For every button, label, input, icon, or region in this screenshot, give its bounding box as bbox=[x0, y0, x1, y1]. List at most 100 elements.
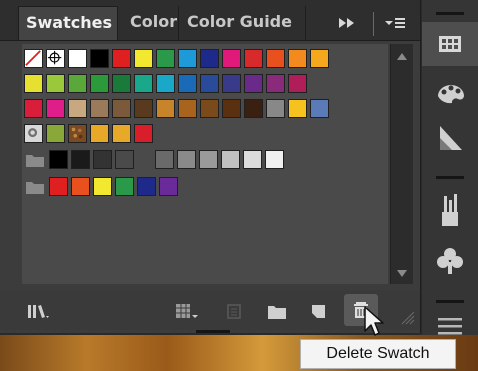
color-swatch[interactable] bbox=[199, 150, 218, 169]
color-swatch[interactable] bbox=[137, 177, 156, 196]
color-swatch[interactable] bbox=[46, 99, 65, 118]
color-swatch[interactable] bbox=[134, 49, 153, 68]
swatch-none[interactable] bbox=[24, 49, 43, 68]
color-swatch[interactable] bbox=[24, 74, 43, 93]
swatch-row bbox=[24, 49, 332, 71]
dock-grip[interactable] bbox=[436, 176, 464, 179]
resize-corner-icon[interactable] bbox=[398, 308, 416, 326]
swatch-pattern-dots[interactable] bbox=[24, 124, 43, 143]
color-swatch[interactable] bbox=[90, 49, 109, 68]
color-swatch[interactable] bbox=[24, 99, 43, 118]
color-swatch[interactable] bbox=[178, 49, 197, 68]
color-swatch[interactable] bbox=[310, 99, 329, 118]
color-swatch[interactable] bbox=[90, 99, 109, 118]
color-swatch[interactable] bbox=[244, 74, 263, 93]
color-swatch[interactable] bbox=[134, 74, 153, 93]
swatch-pattern-leaves[interactable] bbox=[68, 124, 87, 143]
tab-color-guide[interactable]: Color Guide bbox=[178, 6, 306, 40]
tab-separator bbox=[373, 12, 374, 36]
swatches-panel-button[interactable] bbox=[422, 22, 478, 66]
color-swatch[interactable] bbox=[93, 177, 112, 196]
library-icon[interactable] bbox=[26, 300, 52, 322]
color-swatch[interactable] bbox=[68, 49, 87, 68]
color-swatch[interactable] bbox=[156, 49, 175, 68]
color-swatch[interactable] bbox=[134, 124, 153, 143]
color-swatch[interactable] bbox=[310, 49, 329, 68]
color-swatch[interactable] bbox=[115, 177, 134, 196]
panel-tab-bar: Swatches Color Color Guide bbox=[0, 0, 420, 41]
brushes-panel-icon[interactable] bbox=[422, 188, 478, 232]
color-swatch[interactable] bbox=[112, 124, 131, 143]
scroll-up-arrow-icon[interactable] bbox=[397, 52, 407, 60]
swatch-grid bbox=[22, 44, 388, 284]
symbols-panel-icon[interactable] bbox=[422, 240, 478, 284]
color-swatch[interactable] bbox=[266, 99, 285, 118]
color-swatch[interactable] bbox=[200, 99, 219, 118]
delete-swatch-tooltip: Delete Swatch bbox=[300, 339, 456, 369]
color-swatch[interactable] bbox=[49, 177, 68, 196]
color-swatch[interactable] bbox=[90, 74, 109, 93]
color-swatch[interactable] bbox=[46, 74, 65, 93]
color-swatch[interactable] bbox=[288, 74, 307, 93]
panel-menu-area bbox=[335, 12, 420, 36]
swatch-row bbox=[24, 99, 332, 121]
panel-menu-icon[interactable] bbox=[383, 14, 407, 32]
color-swatch[interactable] bbox=[177, 150, 196, 169]
swatches-panel: Swatches Color Color Guide bbox=[0, 0, 421, 333]
color-swatch[interactable] bbox=[68, 99, 87, 118]
tab-swatches[interactable]: Swatches bbox=[18, 6, 118, 40]
tab-color[interactable]: Color bbox=[122, 6, 177, 40]
color-swatch[interactable] bbox=[221, 150, 240, 169]
scroll-down-arrow-icon[interactable] bbox=[397, 270, 407, 278]
swatch-row bbox=[24, 177, 181, 199]
color-swatch[interactable] bbox=[156, 99, 175, 118]
color-swatch[interactable] bbox=[112, 99, 131, 118]
color-swatch[interactable] bbox=[159, 177, 178, 196]
dock-grip[interactable] bbox=[436, 300, 464, 303]
swatches-panel-icon bbox=[439, 36, 461, 52]
swatch-row bbox=[24, 74, 310, 96]
color-group-folder-icon[interactable] bbox=[24, 177, 46, 196]
color-swatch[interactable] bbox=[93, 150, 112, 169]
panel-bottom-bar bbox=[0, 290, 420, 330]
color-swatch[interactable] bbox=[90, 124, 109, 143]
color-swatch[interactable] bbox=[244, 49, 263, 68]
swatch-kind-icon[interactable] bbox=[174, 300, 200, 322]
swatch-row bbox=[24, 150, 287, 172]
new-group-icon[interactable] bbox=[264, 300, 290, 322]
color-guide-panel-icon[interactable] bbox=[422, 116, 478, 160]
color-swatch[interactable] bbox=[112, 49, 131, 68]
color-swatch[interactable] bbox=[243, 150, 262, 169]
color-group-folder-icon[interactable] bbox=[24, 150, 46, 169]
color-swatch[interactable] bbox=[244, 99, 263, 118]
swatch-options-icon[interactable] bbox=[222, 300, 248, 322]
new-swatch-icon[interactable] bbox=[306, 300, 332, 322]
color-swatch[interactable] bbox=[265, 150, 284, 169]
color-swatch[interactable] bbox=[266, 49, 285, 68]
color-swatch[interactable] bbox=[222, 49, 241, 68]
color-panel-icon[interactable] bbox=[422, 72, 478, 116]
color-swatch[interactable] bbox=[288, 49, 307, 68]
color-swatch[interactable] bbox=[222, 99, 241, 118]
color-swatch[interactable] bbox=[266, 74, 285, 93]
color-swatch[interactable] bbox=[71, 150, 90, 169]
vertical-scrollbar[interactable] bbox=[390, 44, 413, 284]
dock-grip[interactable] bbox=[436, 12, 464, 15]
color-swatch[interactable] bbox=[49, 150, 68, 169]
collapse-arrows-icon[interactable] bbox=[335, 14, 361, 32]
color-swatch[interactable] bbox=[112, 74, 131, 93]
color-swatch[interactable] bbox=[288, 99, 307, 118]
color-swatch[interactable] bbox=[155, 150, 174, 169]
color-swatch[interactable] bbox=[222, 74, 241, 93]
swatch-registration[interactable] bbox=[46, 49, 65, 68]
color-swatch[interactable] bbox=[134, 99, 153, 118]
color-swatch[interactable] bbox=[156, 74, 175, 93]
color-swatch[interactable] bbox=[115, 150, 134, 169]
color-swatch[interactable] bbox=[200, 74, 219, 93]
color-swatch[interactable] bbox=[71, 177, 90, 196]
color-swatch[interactable] bbox=[68, 74, 87, 93]
color-swatch[interactable] bbox=[200, 49, 219, 68]
color-swatch[interactable] bbox=[178, 74, 197, 93]
color-swatch[interactable] bbox=[178, 99, 197, 118]
color-swatch[interactable] bbox=[46, 124, 65, 143]
